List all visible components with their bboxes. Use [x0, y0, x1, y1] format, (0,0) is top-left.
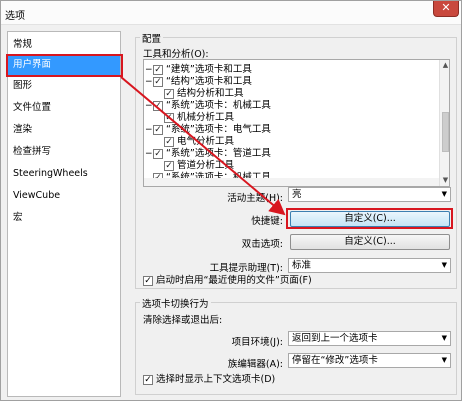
tooltip-value: 标准: [292, 260, 312, 271]
sidebar-item-label: 文件位置: [13, 102, 52, 113]
tree-item[interactable]: − ✓ “系统”选项卡：机械工具: [144, 100, 438, 112]
family-editor-label: 族编辑器(A):: [227, 359, 283, 370]
checkbox[interactable]: ✓: [164, 161, 174, 171]
scroll-thumb[interactable]: [442, 112, 449, 152]
tools-analysis-label: 工具和分析(O):: [143, 49, 209, 60]
collapse-icon[interactable]: −: [145, 148, 153, 160]
tree-item-label: 结构分析和工具: [177, 88, 244, 99]
sidebar-item-label: 宏: [13, 212, 23, 223]
horizontal-scrollbar[interactable]: [144, 178, 439, 186]
tree-item[interactable]: ✓ 结构分析和工具: [144, 88, 438, 100]
checkbox[interactable]: ✓: [153, 65, 163, 75]
tree-item-label: “系统”选项卡：管道工具: [166, 148, 271, 159]
tree-item-label: 管道分析工具: [177, 160, 235, 171]
checkbox[interactable]: ✓: [164, 113, 174, 123]
sidebar-item-graphics[interactable]: 图形: [8, 76, 120, 96]
tree-item[interactable]: ✓ 电气分析工具: [144, 136, 438, 148]
tooltip-label: 工具提示助理(T):: [209, 263, 283, 274]
sidebar-item-file-locations[interactable]: 文件位置: [8, 98, 120, 118]
family-editor-select[interactable]: 停留在“修改”选项卡 ▼: [288, 353, 451, 368]
project-env-select[interactable]: 返回到上一个选项卡 ▼: [288, 331, 451, 346]
title-bar: 选项 ✕: [1, 1, 461, 25]
family-editor-value: 停留在“修改”选项卡: [292, 355, 378, 366]
chevron-down-icon: ▼: [441, 334, 447, 342]
sidebar-item-rendering[interactable]: 渲染: [8, 120, 120, 140]
sidebar-item-spelling[interactable]: 检查拼写: [8, 142, 120, 162]
doubleclick-customize-button[interactable]: 自定义(C)...: [290, 234, 450, 250]
vertical-scrollbar[interactable]: ▲ ▼: [439, 60, 449, 186]
sidebar: 常规 用户界面 图形 文件位置 渲染 检查拼写 SteeringWheels V…: [7, 31, 121, 397]
chevron-down-icon: ▼: [441, 190, 447, 198]
display-context-checkbox[interactable]: ✓ 选择时显示上下文选项卡(D): [143, 374, 443, 386]
shortcut-highlight-box: [286, 208, 453, 229]
sidebar-item-label: 常规: [13, 39, 33, 50]
recent-files-checkbox[interactable]: ✓ 启动时启用“最近使用的文件”页面(F): [143, 275, 443, 287]
checkbox[interactable]: ✓: [153, 101, 163, 111]
checkbox[interactable]: ✓: [143, 276, 153, 286]
tree-item[interactable]: − ✓ “系统”选项卡：管道工具: [144, 148, 438, 160]
tree-item-label: “建筑”选项卡和工具: [166, 64, 252, 75]
options-dialog: 选项 ✕ 常规 用户界面 图形 文件位置 渲染 检查拼写 SteeringWhe…: [0, 0, 462, 401]
collapse-icon[interactable]: −: [145, 64, 153, 76]
tree-item[interactable]: ✓ 管道分析工具: [144, 160, 438, 172]
display-context-label: 选择时显示上下文选项卡(D): [156, 374, 276, 385]
project-env-value: 返回到上一个选项卡: [292, 333, 378, 344]
sidebar-item-label: 图形: [13, 80, 33, 91]
theme-label: 活动主题(H):: [227, 193, 283, 204]
tabswitch-group-title: 选项卡切换行为: [140, 296, 211, 310]
tree-item-label: 机械分析工具: [177, 112, 235, 123]
shortcut-label: 快捷键:: [251, 216, 283, 227]
tools-tree[interactable]: − ✓ “建筑”选项卡和工具 − ✓ “结构”选项卡和工具 ✓ 结构分析和工具 …: [143, 59, 450, 187]
tree-item-label: “系统”选项卡：电气工具: [166, 124, 271, 135]
sidebar-item-label: ViewCube: [13, 190, 61, 201]
tree-item-label: 电气分析工具: [177, 136, 235, 147]
tree-item[interactable]: − ✓ “建筑”选项卡和工具: [144, 64, 438, 76]
chevron-down-icon: ▼: [441, 261, 447, 269]
checkbox[interactable]: ✓: [153, 77, 163, 87]
scroll-down-icon[interactable]: ▼: [440, 175, 449, 186]
tree-item-label: “结构”选项卡和工具: [166, 76, 252, 87]
sidebar-item-label: 检查拼写: [13, 146, 52, 157]
project-env-label: 项目环境(J):: [231, 337, 283, 348]
doubleclick-label: 双击选项:: [241, 239, 283, 250]
chevron-down-icon: ▼: [441, 356, 447, 364]
tree-item[interactable]: ✓ 机械分析工具: [144, 112, 438, 124]
close-button[interactable]: ✕: [433, 1, 459, 17]
theme-select[interactable]: 亮 ▼: [288, 187, 451, 202]
tooltip-select[interactable]: 标准 ▼: [288, 258, 451, 273]
collapse-icon[interactable]: −: [145, 100, 153, 112]
recent-files-label: 启动时启用“最近使用的文件”页面(F): [156, 275, 312, 286]
sidebar-item-viewcube[interactable]: ViewCube: [8, 186, 120, 206]
sidebar-item-macros[interactable]: 宏: [8, 208, 120, 228]
tabswitch-subtitle: 清除选择或退出后:: [143, 315, 223, 326]
sidebar-item-label: 渲染: [13, 124, 33, 135]
theme-value: 亮: [292, 189, 302, 200]
tree-item[interactable]: − ✓ “系统”选项卡：电气工具: [144, 124, 438, 136]
dialog-title: 选项: [5, 11, 25, 22]
sidebar-item-label: SteeringWheels: [13, 168, 88, 179]
checkbox[interactable]: ✓: [153, 125, 163, 135]
close-icon: ✕: [441, 1, 451, 14]
config-group-title: 配置: [140, 31, 164, 45]
sidebar-highlight-box: [6, 54, 123, 77]
checkbox[interactable]: ✓: [153, 149, 163, 159]
checkbox[interactable]: ✓: [164, 137, 174, 147]
scroll-up-icon[interactable]: ▲: [440, 60, 449, 71]
checkbox[interactable]: ✓: [143, 375, 153, 385]
sidebar-item-steeringwheels[interactable]: SteeringWheels: [8, 164, 120, 184]
sidebar-item-general[interactable]: 常规: [8, 35, 120, 55]
checkbox[interactable]: ✓: [164, 89, 174, 99]
tree-item-label: “系统”选项卡：机械工具: [166, 100, 271, 111]
tree-item[interactable]: − ✓ “结构”选项卡和工具: [144, 76, 438, 88]
collapse-icon[interactable]: −: [145, 124, 153, 136]
collapse-icon[interactable]: −: [145, 76, 153, 88]
